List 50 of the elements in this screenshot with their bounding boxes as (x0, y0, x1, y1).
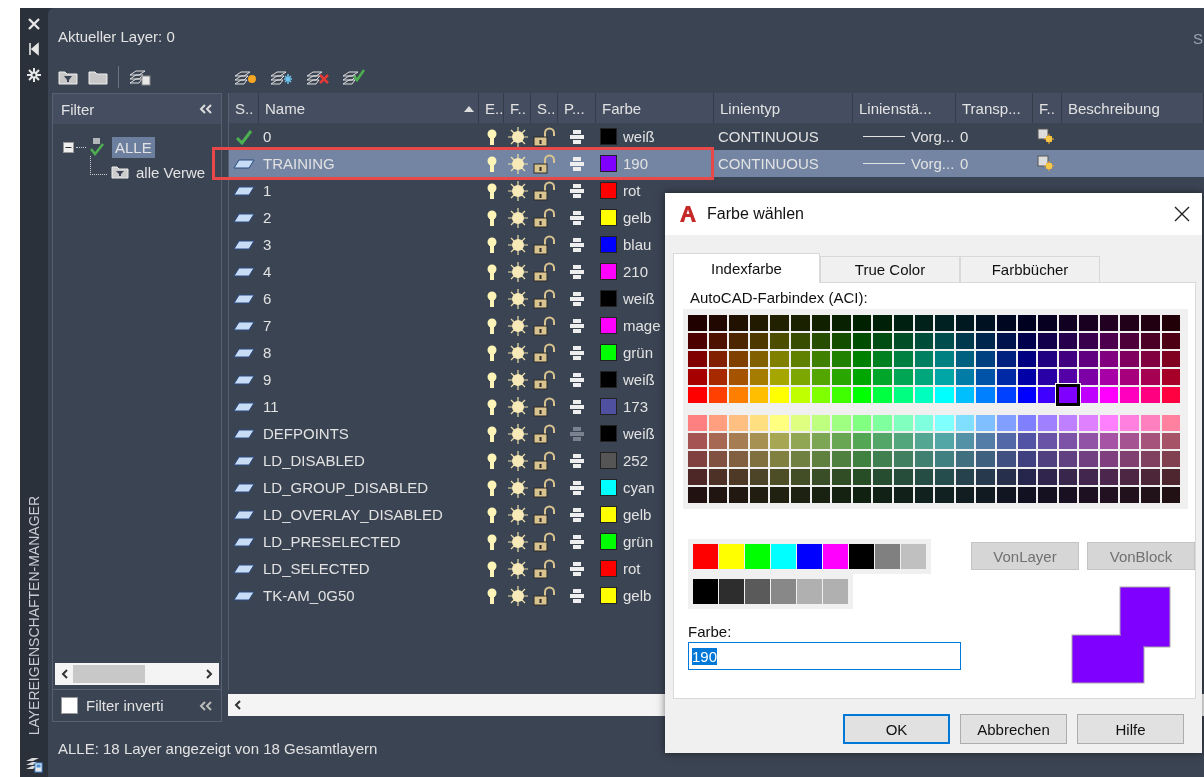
color-name: 173 (623, 398, 649, 415)
color-name: blau (623, 236, 652, 253)
layer-name: 3 (263, 236, 272, 253)
layer-name: 4 (263, 263, 272, 280)
layer-name: LD_OVERLAY_DISABLED (263, 506, 443, 523)
transparency-text: 0 (960, 128, 969, 145)
layer-name: LD_GROUP_DISABLED (263, 479, 429, 496)
lineweight-text: Vorg... (911, 155, 955, 172)
color-name: gelb (623, 587, 652, 604)
layer-name: 8 (263, 344, 272, 361)
filter-title: Filter (61, 100, 95, 118)
color-name: weiß (623, 371, 655, 388)
color-name: rot (623, 560, 641, 577)
linetype-text: CONTINUOUS (718, 128, 819, 145)
color-name: weiß (623, 425, 655, 442)
layer-name: 2 (263, 209, 272, 226)
layer-name: LD_DISABLED (263, 452, 365, 469)
layer-name: TK-AM_0G50 (263, 587, 355, 604)
linetype-text: CONTINUOUS (718, 155, 819, 172)
layer-name: TRAINING (263, 155, 335, 172)
layer-name: 1 (263, 182, 272, 199)
layer-name: 11 (263, 398, 279, 415)
panel-title: LAYEREIGENSCHAFTEN-MANAGER (26, 495, 42, 735)
layer-name: 7 (263, 317, 272, 334)
color-name: gelb (623, 506, 652, 523)
color-name: weiß (623, 290, 655, 307)
layer-name: DEFPOINTS (263, 425, 349, 442)
color-name: grün (623, 344, 654, 361)
color-name: 190 (623, 155, 649, 172)
color-name: mage (623, 317, 661, 334)
palette-label: AutoCAD-Farbindex (ACI): (689, 289, 869, 306)
layer-name: LD_PRESELECTED (263, 533, 401, 550)
color-name: 252 (623, 452, 649, 469)
color-name: cyan (623, 479, 655, 496)
color-label: Farbe: (688, 623, 733, 640)
color-name: weiß (623, 128, 655, 145)
color-name: 210 (623, 263, 649, 280)
dialog-title: Farbe wählen (707, 205, 804, 223)
current-layer-label: Aktueller Layer: 0 (58, 27, 175, 45)
layer-name: 6 (263, 290, 272, 307)
layer-name: 0 (263, 128, 272, 145)
transparency-text: 0 (960, 155, 969, 172)
color-name: gelb (623, 209, 652, 226)
color-name: grün (623, 533, 654, 550)
layer-name: LD_SELECTED (263, 560, 370, 577)
color-name: rot (623, 182, 641, 199)
invert-filter-label: Filter inverti (86, 697, 164, 714)
status-text: ALLE: 18 Layer angezeigt von 18 Gesamtlayern (58, 740, 378, 757)
lineweight-text: Vorg... (911, 128, 955, 145)
layer-name: 9 (263, 371, 272, 388)
